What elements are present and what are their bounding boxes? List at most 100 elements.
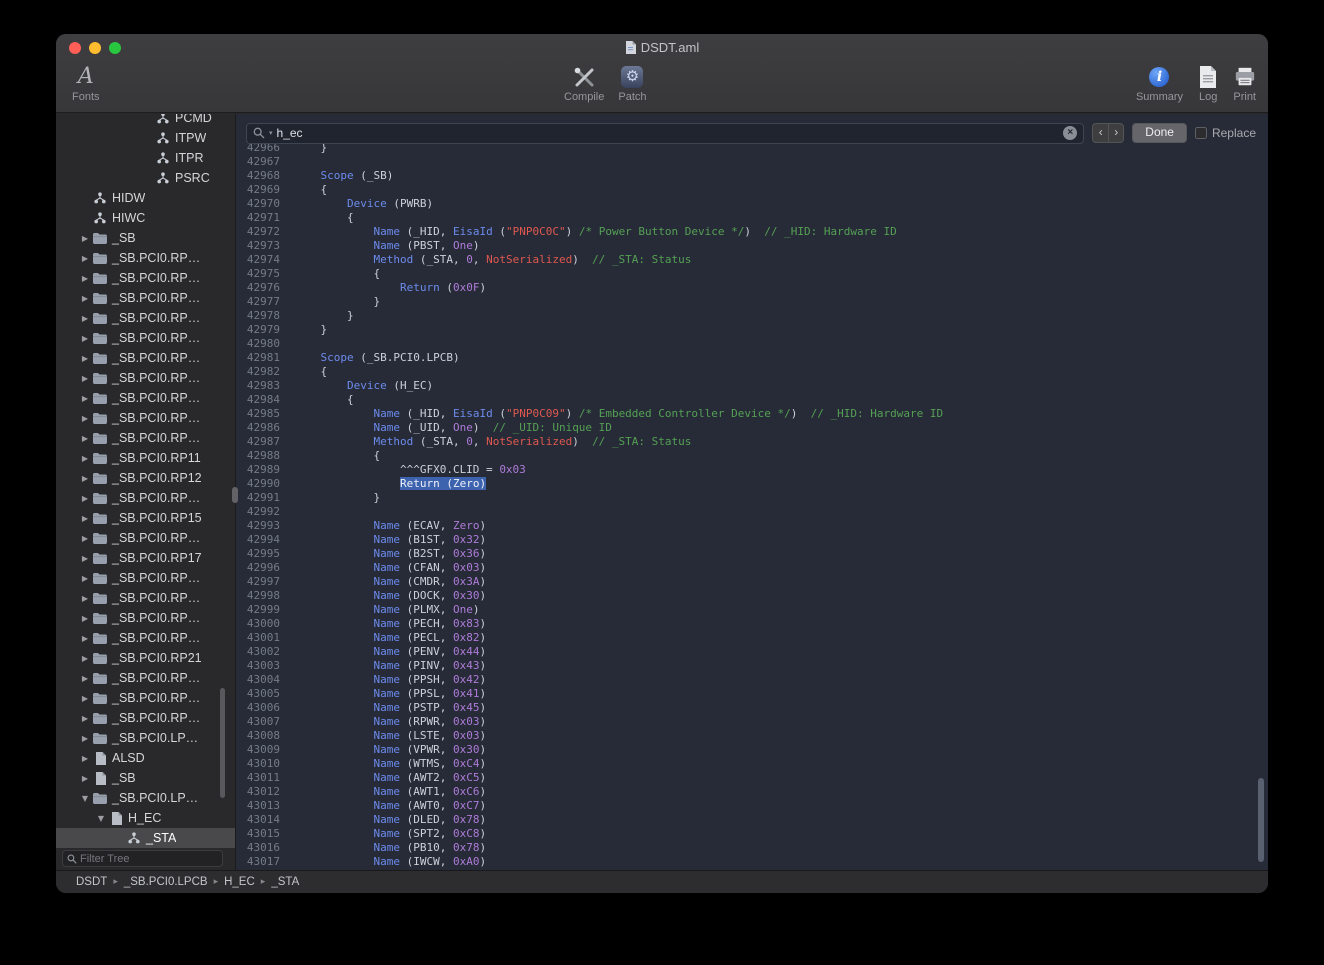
disclosure-collapsed-icon[interactable]: ▶ [78, 774, 92, 783]
tree-item-psrc[interactable]: PSRC [56, 168, 235, 188]
disclosure-collapsed-icon[interactable]: ▶ [78, 574, 92, 583]
clear-search-icon[interactable]: × [1063, 126, 1077, 140]
tree-item-itpw[interactable]: ITPW [56, 128, 235, 148]
disclosure-collapsed-icon[interactable]: ▶ [78, 614, 92, 623]
disclosure-collapsed-icon[interactable]: ▶ [78, 654, 92, 663]
zoom-window-button[interactable] [109, 42, 121, 54]
tree-item-sb[interactable]: ▶_SB [56, 768, 235, 788]
tree-item-sb-pci0-rp[interactable]: ▶_SB.PCI0.RP… [56, 348, 235, 368]
tree-item-sb-pci0-rp[interactable]: ▶_SB.PCI0.RP… [56, 628, 235, 648]
disclosure-collapsed-icon[interactable]: ▶ [78, 234, 92, 243]
tree-item-sb-pci0-rp[interactable]: ▶_SB.PCI0.RP… [56, 588, 235, 608]
tree-item-sb-pci0-rp[interactable]: ▶_SB.PCI0.RP… [56, 708, 235, 728]
disclosure-collapsed-icon[interactable]: ▶ [78, 634, 92, 643]
tree-item-pcmd[interactable]: PCMD [56, 114, 235, 128]
breadcrumb-item[interactable]: DSDT [76, 876, 107, 888]
pane-splitter-handle[interactable] [232, 487, 238, 503]
tree-item-h-ec[interactable]: ▼H_EC [56, 808, 235, 828]
disclosure-collapsed-icon[interactable]: ▶ [78, 514, 92, 523]
editor-scrollbar[interactable] [1258, 778, 1264, 862]
tree-item-sb-pci0-rp[interactable]: ▶_SB.PCI0.RP… [56, 668, 235, 688]
filter-tree-input[interactable] [80, 853, 218, 865]
disclosure-collapsed-icon[interactable]: ▶ [78, 754, 92, 763]
disclosure-collapsed-icon[interactable]: ▶ [78, 554, 92, 563]
tree-item-sb-pci0-rp17[interactable]: ▶_SB.PCI0.RP17 [56, 548, 235, 568]
code-line: 42986 Name (_UID, One) // _UID: Unique I… [236, 421, 1268, 435]
tree-item-sb-pci0-rp[interactable]: ▶_SB.PCI0.RP… [56, 388, 235, 408]
disclosure-collapsed-icon[interactable]: ▶ [78, 594, 92, 603]
disclosure-collapsed-icon[interactable]: ▶ [78, 734, 92, 743]
disclosure-collapsed-icon[interactable]: ▶ [78, 534, 92, 543]
disclosure-collapsed-icon[interactable]: ▶ [78, 694, 92, 703]
tree-item-sb-pci0-rp[interactable]: ▶_SB.PCI0.RP… [56, 568, 235, 588]
tree-item-sb-pci0-rp[interactable]: ▶_SB.PCI0.RP… [56, 608, 235, 628]
disclosure-collapsed-icon[interactable]: ▶ [78, 674, 92, 683]
tree-item-itpr[interactable]: ITPR [56, 148, 235, 168]
code-line: 43004 Name (PPSH, 0x42) [236, 673, 1268, 687]
tree-item-hiwc[interactable]: HIWC [56, 208, 235, 228]
tree-item-sb-pci0-rp12[interactable]: ▶_SB.PCI0.RP12 [56, 468, 235, 488]
tree-item-sb-pci0-rp21[interactable]: ▶_SB.PCI0.RP21 [56, 648, 235, 668]
disclosure-collapsed-icon[interactable]: ▶ [78, 414, 92, 423]
find-previous-button[interactable]: ‹ [1092, 123, 1108, 143]
disclosure-collapsed-icon[interactable]: ▶ [78, 274, 92, 283]
breadcrumb-item[interactable]: _SB.PCI0.LPCB [124, 876, 208, 888]
tree-item-sb-pci0-rp[interactable]: ▶_SB.PCI0.RP… [56, 488, 235, 508]
filter-tree-field[interactable] [62, 850, 223, 867]
disclosure-collapsed-icon[interactable]: ▶ [78, 434, 92, 443]
code-editor[interactable]: 42966 }4296742968 Scope (_SB)42969 {4297… [236, 141, 1268, 870]
disclosure-collapsed-icon[interactable]: ▶ [78, 454, 92, 463]
breadcrumb-item[interactable]: H_EC [224, 876, 255, 888]
breadcrumb-item[interactable]: _STA [271, 876, 299, 888]
replace-checkbox[interactable] [1195, 127, 1207, 139]
done-button[interactable]: Done [1132, 123, 1187, 143]
tree-item-sb-pci0-rp[interactable]: ▶_SB.PCI0.RP… [56, 368, 235, 388]
disclosure-collapsed-icon[interactable]: ▶ [78, 354, 92, 363]
find-field[interactable]: ▾ × [246, 123, 1084, 144]
tree-item-sb[interactable]: ▶_SB [56, 228, 235, 248]
find-input[interactable] [277, 126, 1060, 140]
tree-item-hidw[interactable]: HIDW [56, 188, 235, 208]
disclosure-collapsed-icon[interactable]: ▶ [78, 474, 92, 483]
tree-item-sb-pci0-rp[interactable]: ▶_SB.PCI0.RP… [56, 268, 235, 288]
disclosure-collapsed-icon[interactable]: ▶ [78, 394, 92, 403]
tree-item-sb-pci0-lp[interactable]: ▼_SB.PCI0.LP… [56, 788, 235, 808]
find-next-button[interactable]: › [1108, 123, 1124, 143]
patch-button[interactable]: ⚙ Patch [618, 63, 646, 103]
disclosure-collapsed-icon[interactable]: ▶ [78, 294, 92, 303]
compile-button[interactable]: Compile [564, 63, 604, 103]
folder-icon [92, 673, 108, 684]
disclosure-expanded-icon[interactable]: ▼ [94, 814, 108, 823]
tree-item-sb-pci0-rp[interactable]: ▶_SB.PCI0.RP… [56, 328, 235, 348]
disclosure-collapsed-icon[interactable]: ▶ [78, 254, 92, 263]
tree-item-sb-pci0-lp[interactable]: ▶_SB.PCI0.LP… [56, 728, 235, 748]
tree-item-alsd[interactable]: ▶ALSD [56, 748, 235, 768]
line-number: 42992 [236, 505, 280, 519]
disclosure-collapsed-icon[interactable]: ▶ [78, 314, 92, 323]
tree-item-sb-pci0-rp[interactable]: ▶_SB.PCI0.RP… [56, 428, 235, 448]
disclosure-collapsed-icon[interactable]: ▶ [78, 494, 92, 503]
disclosure-collapsed-icon[interactable]: ▶ [78, 714, 92, 723]
replace-toggle[interactable]: Replace [1195, 126, 1258, 140]
tree-item-sb-pci0-rp[interactable]: ▶_SB.PCI0.RP… [56, 288, 235, 308]
tree-item-sb-pci0-rp11[interactable]: ▶_SB.PCI0.RP11 [56, 448, 235, 468]
sidebar-scrollbar[interactable] [220, 688, 225, 798]
tree-item-sta[interactable]: _STA [56, 828, 235, 848]
tree-item-sb-pci0-rp[interactable]: ▶_SB.PCI0.RP… [56, 528, 235, 548]
disclosure-expanded-icon[interactable]: ▼ [78, 794, 92, 803]
tree-item-sb-pci0-rp[interactable]: ▶_SB.PCI0.RP… [56, 248, 235, 268]
tree-item-sb-pci0-rp15[interactable]: ▶_SB.PCI0.RP15 [56, 508, 235, 528]
disclosure-collapsed-icon[interactable]: ▶ [78, 334, 92, 343]
minimize-window-button[interactable] [89, 42, 101, 54]
fonts-button[interactable]: A Fonts [72, 63, 100, 103]
tree-item-sb-pci0-rp[interactable]: ▶_SB.PCI0.RP… [56, 688, 235, 708]
disclosure-collapsed-icon[interactable]: ▶ [78, 374, 92, 383]
search-menu-chevron-icon[interactable]: ▾ [269, 129, 273, 137]
close-window-button[interactable] [69, 42, 81, 54]
summary-button[interactable]: i Summary [1136, 63, 1183, 103]
log-button[interactable]: Log [1199, 63, 1217, 103]
print-button[interactable]: Print [1233, 63, 1256, 103]
tree-item-sb-pci0-rp[interactable]: ▶_SB.PCI0.RP… [56, 408, 235, 428]
tree-item-sb-pci0-rp[interactable]: ▶_SB.PCI0.RP… [56, 308, 235, 328]
method-icon [126, 832, 142, 844]
